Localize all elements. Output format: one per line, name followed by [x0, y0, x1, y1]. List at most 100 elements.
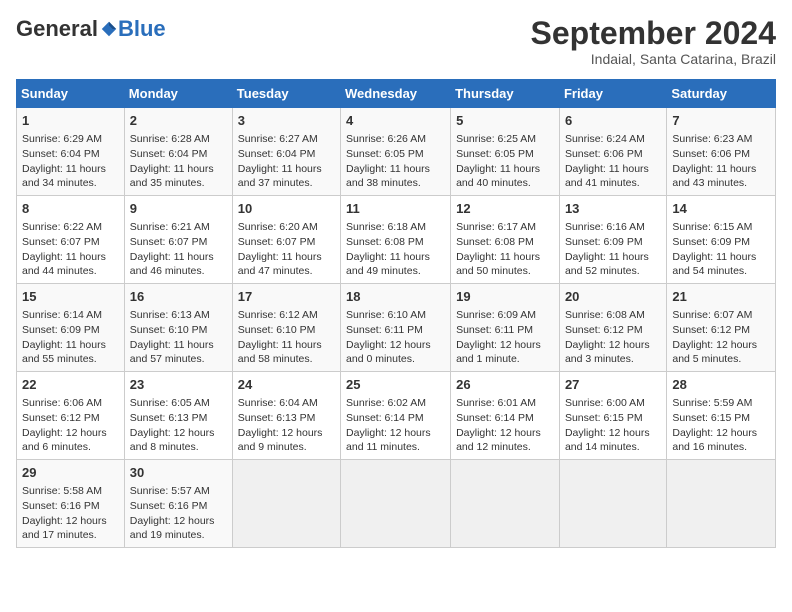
day-info: Sunrise: 5:59 AMSunset: 6:15 PMDaylight:… — [672, 396, 770, 455]
calendar-cell — [232, 459, 340, 547]
day-number: 20 — [565, 288, 661, 306]
logo-general-text: General — [16, 16, 98, 42]
day-info: Sunrise: 6:05 AMSunset: 6:13 PMDaylight:… — [130, 396, 227, 455]
calendar-cell: 25 Sunrise: 6:02 AMSunset: 6:14 PMDayligh… — [341, 372, 451, 460]
day-info: Sunrise: 6:17 AMSunset: 6:08 PMDaylight:… — [456, 220, 554, 279]
day-info: Sunrise: 6:29 AMSunset: 6:04 PMDaylight:… — [22, 132, 119, 191]
day-info: Sunrise: 6:18 AMSunset: 6:08 PMDaylight:… — [346, 220, 445, 279]
calendar-cell — [451, 459, 560, 547]
day-number: 2 — [130, 112, 227, 130]
calendar-cell: 21 Sunrise: 6:07 AMSunset: 6:12 PMDayligh… — [667, 284, 776, 372]
calendar-week-row: 22Sunrise: 6:06 AMSunset: 6:12 PMDayligh… — [17, 372, 776, 460]
day-number: 12 — [456, 200, 554, 218]
day-info: Sunrise: 6:16 AMSunset: 6:09 PMDaylight:… — [565, 220, 661, 279]
header-day-monday: Monday — [124, 80, 232, 108]
day-number: 29 — [22, 464, 119, 482]
day-info: Sunrise: 6:28 AMSunset: 6:04 PMDaylight:… — [130, 132, 227, 191]
day-number: 3 — [238, 112, 335, 130]
day-number: 8 — [22, 200, 119, 218]
calendar-cell: 15 Sunrise: 6:14 AMSunset: 6:09 PMDayligh… — [17, 284, 125, 372]
calendar-cell: 28 Sunrise: 5:59 AMSunset: 6:15 PMDayligh… — [667, 372, 776, 460]
calendar-cell: 27 Sunrise: 6:00 AMSunset: 6:15 PMDayligh… — [559, 372, 666, 460]
day-number: 4 — [346, 112, 445, 130]
day-number: 15 — [22, 288, 119, 306]
day-number: 27 — [565, 376, 661, 394]
day-number: 11 — [346, 200, 445, 218]
calendar-cell: 22Sunrise: 6:06 AMSunset: 6:12 PMDayligh… — [17, 372, 125, 460]
day-number: 6 — [565, 112, 661, 130]
calendar-cell — [559, 459, 666, 547]
calendar-cell: 16Sunrise: 6:13 AMSunset: 6:10 PMDayligh… — [124, 284, 232, 372]
month-title: September 2024 — [531, 16, 776, 51]
calendar-week-row: 8 Sunrise: 6:22 AMSunset: 6:07 PMDaylight… — [17, 196, 776, 284]
day-info: Sunrise: 6:08 AMSunset: 6:12 PMDaylight:… — [565, 308, 661, 367]
header-day-saturday: Saturday — [667, 80, 776, 108]
day-info: Sunrise: 6:24 AMSunset: 6:06 PMDaylight:… — [565, 132, 661, 191]
calendar-cell: 1 Sunrise: 6:29 AMSunset: 6:04 PMDaylight… — [17, 108, 125, 196]
calendar-cell: 20 Sunrise: 6:08 AMSunset: 6:12 PMDayligh… — [559, 284, 666, 372]
day-info: Sunrise: 6:21 AMSunset: 6:07 PMDaylight:… — [130, 220, 227, 279]
header-day-wednesday: Wednesday — [341, 80, 451, 108]
calendar-cell: 13Sunrise: 6:16 AMSunset: 6:09 PMDayligh… — [559, 196, 666, 284]
day-info: Sunrise: 6:02 AMSunset: 6:14 PMDaylight:… — [346, 396, 445, 455]
calendar-cell: 12 Sunrise: 6:17 AMSunset: 6:08 PMDayligh… — [451, 196, 560, 284]
day-info: Sunrise: 5:57 AMSunset: 6:16 PMDaylight:… — [130, 484, 227, 543]
calendar-cell: 11 Sunrise: 6:18 AMSunset: 6:08 PMDayligh… — [341, 196, 451, 284]
day-number: 22 — [22, 376, 119, 394]
day-number: 23 — [130, 376, 227, 394]
calendar-week-row: 1 Sunrise: 6:29 AMSunset: 6:04 PMDaylight… — [17, 108, 776, 196]
calendar-cell: 5 Sunrise: 6:25 AMSunset: 6:05 PMDaylight… — [451, 108, 560, 196]
day-info: Sunrise: 6:15 AMSunset: 6:09 PMDaylight:… — [672, 220, 770, 279]
title-area: September 2024 Indaial, Santa Catarina, … — [531, 16, 776, 67]
header-day-sunday: Sunday — [17, 80, 125, 108]
calendar-cell: 7 Sunrise: 6:23 AMSunset: 6:06 PMDaylight… — [667, 108, 776, 196]
day-info: Sunrise: 6:25 AMSunset: 6:05 PMDaylight:… — [456, 132, 554, 191]
logo: General Blue — [16, 16, 166, 42]
day-number: 9 — [130, 200, 227, 218]
day-info: Sunrise: 6:14 AMSunset: 6:09 PMDaylight:… — [22, 308, 119, 367]
calendar-table: SundayMondayTuesdayWednesdayThursdayFrid… — [16, 79, 776, 548]
day-number: 30 — [130, 464, 227, 482]
calendar-week-row: 29Sunrise: 5:58 AMSunset: 6:16 PMDayligh… — [17, 459, 776, 547]
day-number: 5 — [456, 112, 554, 130]
calendar-cell: 8 Sunrise: 6:22 AMSunset: 6:07 PMDaylight… — [17, 196, 125, 284]
calendar-cell: 17 Sunrise: 6:12 AMSunset: 6:10 PMDayligh… — [232, 284, 340, 372]
day-number: 1 — [22, 112, 119, 130]
day-info: Sunrise: 6:13 AMSunset: 6:10 PMDaylight:… — [130, 308, 227, 367]
day-info: Sunrise: 6:22 AMSunset: 6:07 PMDaylight:… — [22, 220, 119, 279]
calendar-cell: 30 Sunrise: 5:57 AMSunset: 6:16 PMDayligh… — [124, 459, 232, 547]
calendar-cell: 9 Sunrise: 6:21 AMSunset: 6:07 PMDaylight… — [124, 196, 232, 284]
day-info: Sunrise: 6:26 AMSunset: 6:05 PMDaylight:… — [346, 132, 445, 191]
day-info: Sunrise: 6:10 AMSunset: 6:11 PMDaylight:… — [346, 308, 445, 367]
calendar-cell: 23 Sunrise: 6:05 AMSunset: 6:13 PMDayligh… — [124, 372, 232, 460]
day-number: 25 — [346, 376, 445, 394]
calendar-cell: 24Sunrise: 6:04 AMSunset: 6:13 PMDayligh… — [232, 372, 340, 460]
calendar-cell: 6 Sunrise: 6:24 AMSunset: 6:06 PMDaylight… — [559, 108, 666, 196]
day-number: 7 — [672, 112, 770, 130]
day-number: 21 — [672, 288, 770, 306]
calendar-cell — [341, 459, 451, 547]
day-number: 19 — [456, 288, 554, 306]
location-subtitle: Indaial, Santa Catarina, Brazil — [531, 51, 776, 67]
day-number: 18 — [346, 288, 445, 306]
day-info: Sunrise: 6:12 AMSunset: 6:10 PMDaylight:… — [238, 308, 335, 367]
day-info: Sunrise: 6:00 AMSunset: 6:15 PMDaylight:… — [565, 396, 661, 455]
day-info: Sunrise: 6:23 AMSunset: 6:06 PMDaylight:… — [672, 132, 770, 191]
day-info: Sunrise: 6:07 AMSunset: 6:12 PMDaylight:… — [672, 308, 770, 367]
header-day-tuesday: Tuesday — [232, 80, 340, 108]
calendar-cell — [667, 459, 776, 547]
calendar-cell: 14Sunrise: 6:15 AMSunset: 6:09 PMDayligh… — [667, 196, 776, 284]
day-number: 26 — [456, 376, 554, 394]
header-day-friday: Friday — [559, 80, 666, 108]
day-number: 28 — [672, 376, 770, 394]
calendar-cell: 29Sunrise: 5:58 AMSunset: 6:16 PMDayligh… — [17, 459, 125, 547]
calendar-header-row: SundayMondayTuesdayWednesdayThursdayFrid… — [17, 80, 776, 108]
day-number: 17 — [238, 288, 335, 306]
day-info: Sunrise: 6:01 AMSunset: 6:14 PMDaylight:… — [456, 396, 554, 455]
day-info: Sunrise: 6:20 AMSunset: 6:07 PMDaylight:… — [238, 220, 335, 279]
calendar-cell: 19Sunrise: 6:09 AMSunset: 6:11 PMDayligh… — [451, 284, 560, 372]
calendar-cell: 26 Sunrise: 6:01 AMSunset: 6:14 PMDayligh… — [451, 372, 560, 460]
day-info: Sunrise: 6:27 AMSunset: 6:04 PMDaylight:… — [238, 132, 335, 191]
header-day-thursday: Thursday — [451, 80, 560, 108]
logo-blue-text: Blue — [118, 16, 166, 42]
